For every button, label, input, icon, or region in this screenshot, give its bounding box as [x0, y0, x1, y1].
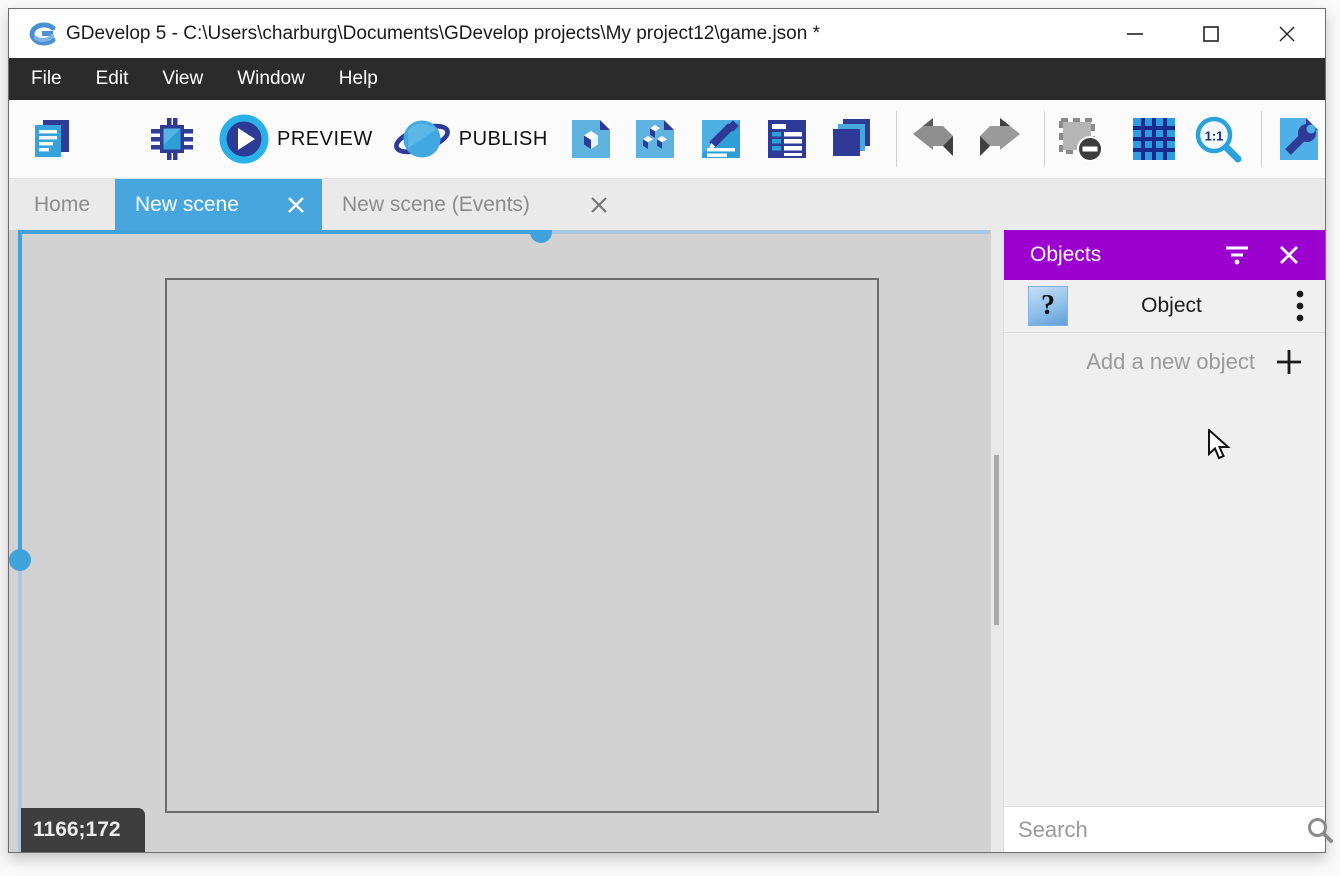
events-list-icon	[762, 114, 812, 164]
cursor-coordinates-badge: 1166;172	[21, 808, 145, 852]
search-icon	[1306, 816, 1334, 844]
layers-button[interactable]	[826, 114, 876, 164]
tab-bar: Home New scene New scene (Events)	[9, 178, 1325, 230]
panel-close-icon	[1279, 245, 1299, 265]
objects-panel-header: Objects	[1004, 230, 1325, 280]
selection-edge-top-light	[541, 230, 990, 234]
undo-icon	[909, 114, 959, 164]
search-input[interactable]	[1004, 817, 1306, 843]
preview-button[interactable]: PREVIEW	[219, 114, 373, 164]
objects-panel-title: Objects	[1030, 243, 1211, 267]
window-controls	[1097, 9, 1325, 58]
plus-icon	[1275, 348, 1303, 376]
menu-bar: File Edit View Window Help	[9, 58, 1325, 100]
undo-button[interactable]	[909, 114, 959, 164]
menu-edit[interactable]: Edit	[84, 58, 141, 100]
tab-close-icon	[590, 196, 608, 214]
scene-properties-button[interactable]	[1274, 114, 1324, 164]
publish-globe-icon	[393, 110, 451, 168]
menu-file[interactable]: File	[19, 58, 74, 100]
object-name: Object	[1068, 294, 1275, 318]
minimize-icon	[1124, 23, 1146, 45]
title-bar: GDevelop 5 - C:\Users\charburg\Documents…	[9, 9, 1325, 58]
objects-editor-button[interactable]	[566, 114, 616, 164]
app-window: GDevelop 5 - C:\Users\charburg\Documents…	[8, 8, 1326, 853]
tab-events-close-button[interactable]	[573, 179, 625, 230]
tab-new-scene-events[interactable]: New scene (Events)	[322, 179, 625, 230]
selection-handle-top[interactable]	[530, 230, 552, 243]
zoom-reset-button[interactable]: 1:1	[1193, 114, 1243, 164]
close-button[interactable]	[1249, 9, 1325, 58]
minimize-button[interactable]	[1097, 9, 1173, 58]
toolbar: PREVIEW PUBLISH	[9, 100, 1325, 178]
selection-handle-left[interactable]	[9, 549, 31, 571]
project-manager-button[interactable]	[27, 114, 77, 164]
grid-button[interactable]	[1129, 114, 1179, 164]
object-groups-button[interactable]	[630, 114, 680, 164]
toolbar-separator	[896, 111, 897, 167]
maximize-button[interactable]	[1173, 9, 1249, 58]
publish-label: PUBLISH	[459, 128, 548, 151]
wrench-icon	[1274, 114, 1324, 164]
add-object-button[interactable]	[1275, 348, 1303, 376]
publish-button[interactable]: PUBLISH	[393, 110, 548, 168]
objects-panel-empty-space	[1004, 391, 1325, 806]
object-groups-icon	[630, 114, 680, 164]
tab-new-scene[interactable]: New scene	[115, 179, 322, 230]
window-title: GDevelop 5 - C:\Users\charburg\Documents…	[66, 23, 820, 45]
deselect-button[interactable]	[1055, 114, 1105, 164]
grid-icon	[1129, 114, 1179, 164]
menu-window[interactable]: Window	[225, 58, 317, 100]
tab-close-icon	[287, 196, 305, 214]
object-thumbnail: ?	[1028, 286, 1068, 326]
game-window-frame	[165, 278, 879, 813]
zoom-1-1-icon: 1:1	[1193, 114, 1243, 164]
toolbar-separator	[1044, 111, 1045, 167]
zoom-1-1-label: 1:1	[1204, 129, 1223, 144]
preview-play-icon	[219, 114, 269, 164]
properties-pencil-icon	[696, 114, 746, 164]
tab-home[interactable]: Home	[9, 179, 115, 230]
properties-button[interactable]	[696, 114, 746, 164]
scene-canvas[interactable]: 1166;172	[9, 230, 991, 852]
object-list-item[interactable]: ? Object	[1004, 280, 1325, 333]
objects-panel: Objects ? Object	[1003, 230, 1325, 852]
selection-edge-left	[18, 234, 22, 560]
redo-icon	[974, 114, 1024, 164]
events-editor-button[interactable]	[762, 114, 812, 164]
tab-home-label: Home	[34, 193, 90, 217]
scrollbar-thumb[interactable]	[994, 455, 999, 625]
tab-new-scene-close-button[interactable]	[270, 179, 322, 230]
menu-view[interactable]: View	[150, 58, 215, 100]
debugger-button[interactable]	[147, 114, 197, 164]
gdevelop-logo-icon	[27, 19, 57, 49]
close-objects-panel-button[interactable]	[1263, 230, 1315, 280]
canvas-scrollbar[interactable]	[991, 230, 1003, 852]
add-object-row[interactable]: Add a new object	[1004, 333, 1325, 391]
maximize-icon	[1200, 23, 1222, 45]
preview-label: PREVIEW	[277, 128, 373, 151]
selection-edge-top	[18, 230, 541, 234]
filter-objects-button[interactable]	[1211, 230, 1263, 280]
tab-new-scene-label: New scene	[135, 193, 239, 217]
menu-help[interactable]: Help	[327, 58, 390, 100]
tab-new-scene-events-label: New scene (Events)	[342, 193, 530, 217]
deselect-icon	[1055, 114, 1105, 164]
redo-button[interactable]	[974, 114, 1024, 164]
search-button[interactable]	[1306, 816, 1334, 844]
layers-icon	[826, 114, 876, 164]
close-icon	[1276, 23, 1298, 45]
toolbar-separator	[1261, 111, 1262, 167]
object-menu-button[interactable]	[1275, 289, 1325, 323]
add-object-label: Add a new object	[1086, 349, 1255, 375]
kebab-menu-icon	[1296, 289, 1304, 323]
project-manager-icon	[27, 114, 77, 164]
debugger-icon	[147, 114, 197, 164]
objects-editor-icon	[566, 114, 616, 164]
filter-icon	[1224, 244, 1250, 266]
main-area: 1166;172 Objects	[9, 230, 1325, 852]
search-bar	[1004, 806, 1325, 852]
